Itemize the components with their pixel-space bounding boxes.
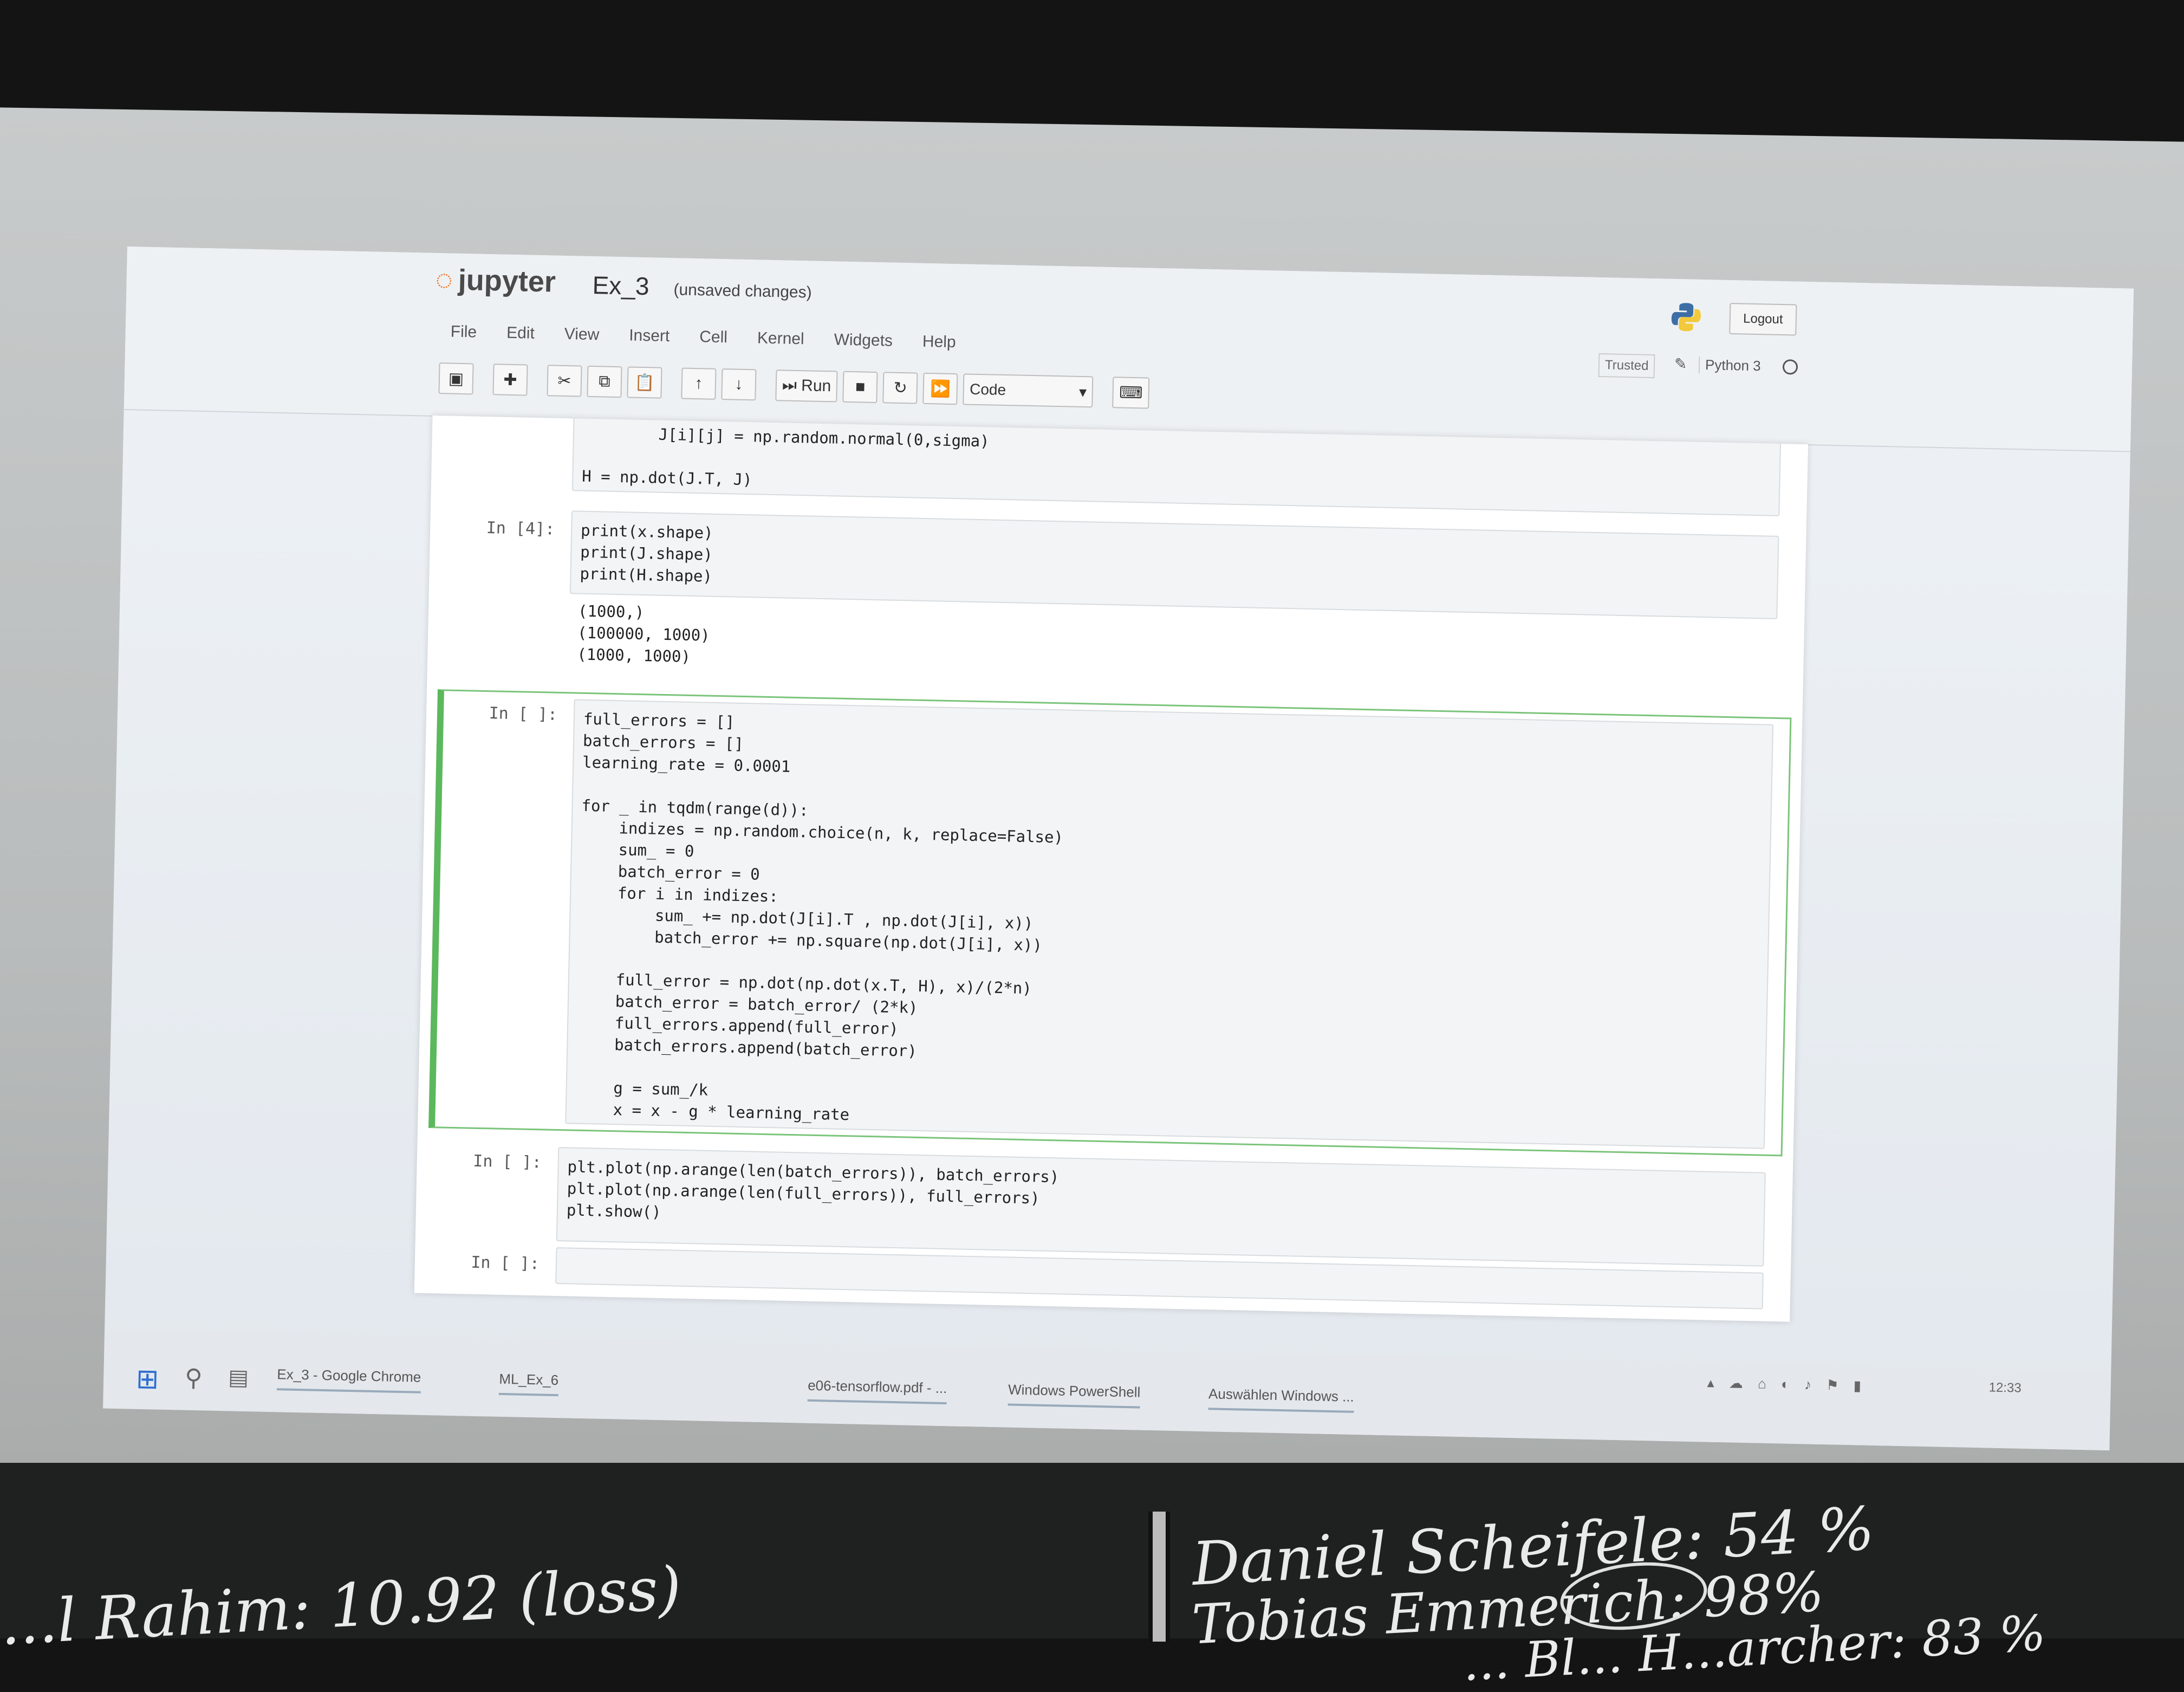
- menu-edit[interactable]: Edit: [496, 323, 554, 343]
- menu-kernel[interactable]: Kernel: [746, 329, 823, 349]
- keyboard-icon: ⌨: [1119, 383, 1143, 402]
- trusted-badge[interactable]: Trusted: [1598, 353, 1655, 379]
- selected-code-cell[interactable]: In [ ]: full_errors = [] batch_errors = …: [428, 689, 1792, 1157]
- copy-button[interactable]: ⧉: [587, 365, 622, 398]
- code-cell[interactable]: In [4]: print(x.shape) print(J.shape) pr…: [438, 508, 1795, 715]
- move-up-button[interactable]: ↑: [681, 367, 717, 400]
- stop-icon: ■: [855, 378, 866, 396]
- restart-run-all-button[interactable]: ⏩: [922, 372, 958, 405]
- arrow-down-icon: ↓: [734, 375, 743, 393]
- cell-type-value: Code: [969, 380, 1006, 399]
- taskbar-item-windows-select[interactable]: Auswählen Windows ...: [1208, 1385, 1355, 1413]
- step-forward-icon: ⏭: [782, 376, 797, 394]
- cell-prompt: In [ ]:: [471, 1253, 540, 1274]
- fast-forward-icon: ⏩: [930, 379, 951, 398]
- run-button[interactable]: ⏭ Run: [775, 369, 838, 403]
- search-icon[interactable]: ⚲: [185, 1364, 203, 1392]
- arrow-up-icon: ↑: [694, 374, 703, 393]
- jupyter-logo-text: jupyter: [458, 263, 556, 299]
- insert-cell-button[interactable]: ✚: [492, 364, 528, 396]
- run-label: Run: [801, 377, 831, 396]
- notebook-container: J[i][j] = np.random.normal(0,sigma) H = …: [414, 415, 1809, 1322]
- command-palette-button[interactable]: ⌨: [1112, 377, 1150, 409]
- notebook-toolbar: ▣ ✚ ✂ ⧉ 📋 ↑ ↓ ⏭ Run ■ ↻ ⏩ Code ▾ ⌨: [438, 361, 1150, 410]
- copy-icon: ⧉: [598, 372, 611, 391]
- restart-icon: ↻: [893, 379, 908, 397]
- kernel-name[interactable]: Python 3: [1698, 356, 1761, 375]
- blackboard-divider: [1148, 1512, 1170, 1642]
- python-logo-icon: [1671, 303, 1701, 332]
- task-view-icon[interactable]: ▤: [228, 1365, 249, 1390]
- cell-type-select[interactable]: Code ▾: [963, 373, 1094, 408]
- jupyter-logo[interactable]: ◌ jupyter: [435, 263, 556, 299]
- cell-code[interactable]: plt.plot(np.arange(len(batch_errors)), b…: [557, 1148, 1765, 1254]
- projected-desktop: ◌ jupyter Ex_3 (unsaved changes) Logout F…: [103, 247, 2134, 1451]
- save-button[interactable]: ▣: [438, 362, 474, 395]
- paste-button[interactable]: 📋: [627, 366, 662, 399]
- taskbar-clock[interactable]: 12:33: [1988, 1380, 2021, 1396]
- menu-insert[interactable]: Insert: [618, 326, 689, 346]
- cell-input[interactable]: print(x.shape) print(J.shape) print(H.sh…: [569, 510, 1779, 619]
- logout-button[interactable]: Logout: [1729, 302, 1797, 336]
- restart-button[interactable]: ↻: [882, 372, 918, 404]
- cell-prompt: In [ ]:: [489, 704, 558, 724]
- menu-file[interactable]: File: [439, 322, 496, 342]
- cell-prompt: In [ ]:: [472, 1151, 542, 1172]
- menu-view[interactable]: View: [553, 325, 618, 345]
- cell-input[interactable]: full_errors = [] batch_errors = [] learn…: [565, 699, 1774, 1152]
- kernel-idle-indicator-icon: [1782, 359, 1798, 375]
- scissors-icon: ✂: [557, 372, 571, 390]
- taskbar-item-chrome[interactable]: Ex_3 - Google Chrome: [276, 1366, 421, 1393]
- paste-icon: 📋: [634, 373, 655, 392]
- caret-down-icon: ▾: [1078, 383, 1087, 400]
- save-icon: ▣: [448, 369, 464, 388]
- cell-input[interactable]: plt.plot(np.arange(len(batch_errors)), b…: [556, 1147, 1766, 1267]
- move-down-button[interactable]: ↓: [721, 368, 757, 401]
- pencil-icon[interactable]: ✎: [1674, 355, 1687, 373]
- menu-widgets[interactable]: Widgets: [823, 330, 912, 351]
- save-status: (unsaved changes): [673, 281, 812, 302]
- interrupt-button[interactable]: ■: [842, 371, 878, 404]
- cut-button[interactable]: ✂: [547, 365, 582, 397]
- taskbar-item-pdf[interactable]: e06-tensorflow.pdf - ...: [807, 1377, 947, 1405]
- menu-help[interactable]: Help: [912, 332, 975, 352]
- jupyter-ring-icon: ◌: [435, 263, 453, 296]
- cell-code[interactable]: full_errors = [] batch_errors = [] learn…: [566, 700, 1772, 1152]
- cell-prompt: In [4]:: [486, 518, 555, 539]
- notebook-name[interactable]: Ex_3: [592, 270, 649, 301]
- system-tray-icons[interactable]: ▴ ☁ ⌂ ◐ ♪ ⚑ ▮: [1707, 1375, 1867, 1395]
- cell-output: (1000,) (100000, 1000) (1000, 1000): [577, 601, 710, 666]
- cell-code[interactable]: print(x.shape) print(J.shape) print(H.sh…: [571, 511, 1778, 617]
- windows-start-icon[interactable]: ⊞: [136, 1363, 159, 1395]
- menu-bar: File Edit View Insert Cell Kernel Widget…: [439, 322, 975, 352]
- taskbar-item-powershell[interactable]: Windows PowerShell: [1007, 1381, 1141, 1409]
- plus-icon: ✚: [503, 371, 517, 389]
- taskbar-item-ml-ex6[interactable]: ML_Ex_6: [498, 1370, 559, 1397]
- menu-cell[interactable]: Cell: [688, 328, 746, 347]
